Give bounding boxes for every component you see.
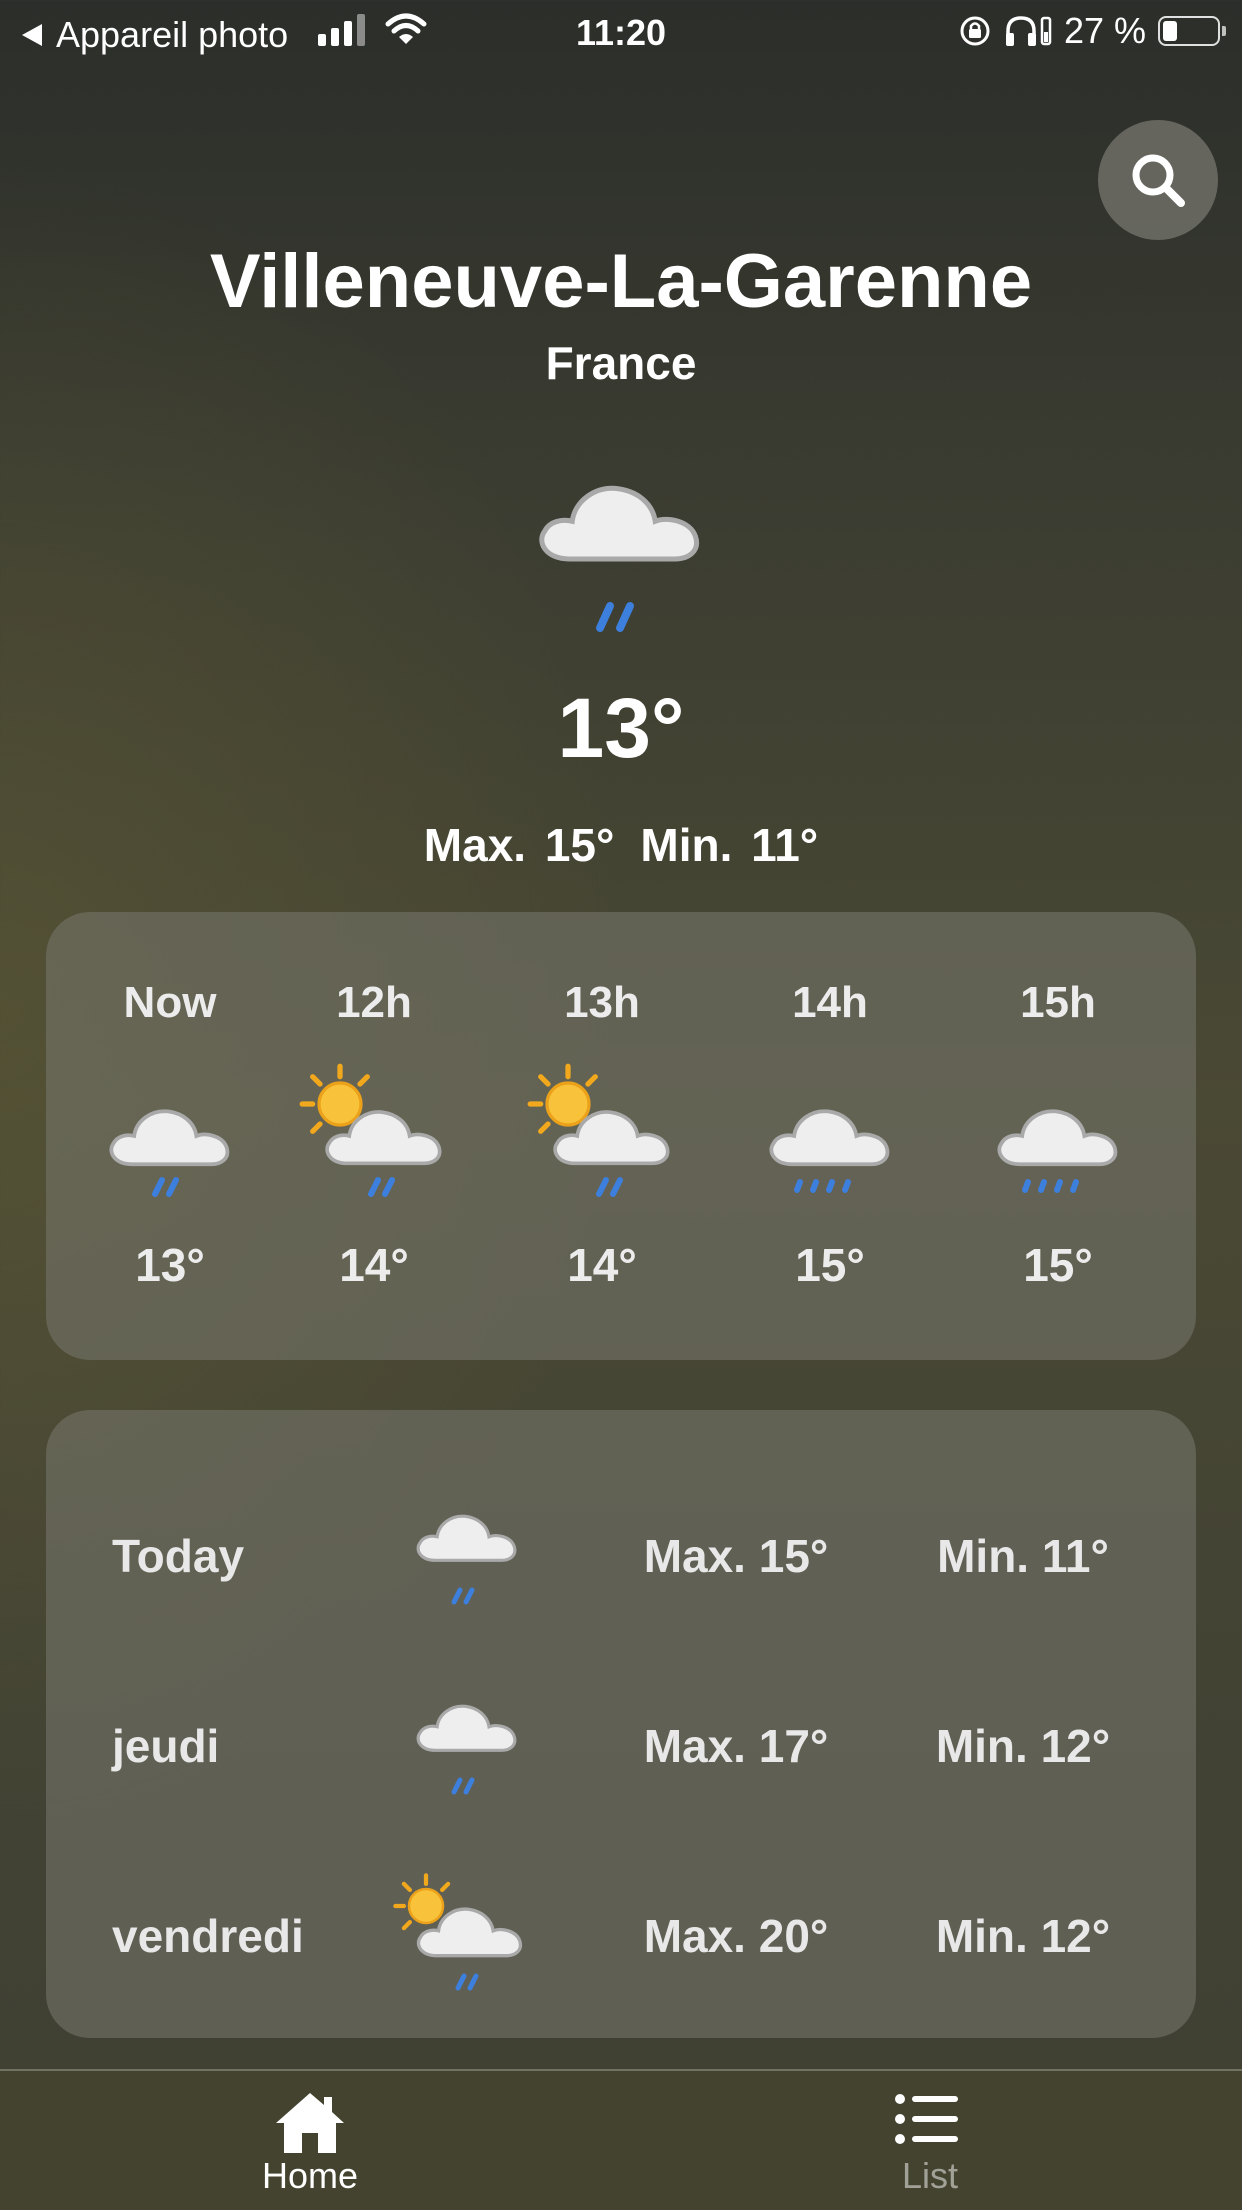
daily-forecast-card: Today Max. 15° Min. 11° jeudi Max. 17° M… [46,1410,1196,2038]
cloud-rain-icon [416,1514,517,1605]
day-min: Min. 12° [935,1910,1111,1962]
day-min: Min. 11° [937,1530,1109,1582]
hour-temperature: 15° [1023,1239,1093,1291]
hourly-item: 12h 14° [294,912,454,1360]
cloud-drizzle-icon [769,1109,890,1193]
day-max: Max. 17° [643,1720,829,1772]
day-max: Max. 20° [643,1910,829,1962]
sun-cloud-rain-icon [392,1872,523,1991]
day-min: Min. 12° [935,1720,1111,1772]
sun-cloud-rain-icon [298,1062,442,1197]
rotation-lock-icon [960,16,990,46]
tab-bar: Home List [0,2069,1242,2210]
day-max: Max. 15° [643,1530,829,1582]
daily-row[interactable]: jeudi Max. 17° Min. 12° [46,1654,1196,1844]
home-icon [276,2093,344,2153]
hourly-item: Now 13° [90,912,250,1360]
status-bar: Appareil photo 11:20 27 % [0,0,1242,64]
hourly-item: 13h 14° [522,912,682,1360]
tab-home[interactable]: Home [160,2071,460,2210]
hourly-item: 15h 15° [978,912,1138,1360]
headphones-icon [1005,16,1052,46]
current-max: Max. 15° [423,819,615,871]
hour-label: 12h [336,978,412,1027]
hour-label: Now [123,978,217,1027]
current-max-min: Max. 15° Min. 11° [0,818,1242,872]
day-name: Today [112,1530,245,1582]
cloud-rain-icon [526,470,716,632]
hour-temperature: 14° [567,1239,637,1291]
current-temperature: 13° [557,681,685,775]
cloud-rain-icon [416,1704,517,1795]
search-icon [1132,154,1185,207]
daily-row[interactable]: vendredi Max. 20° Min. 12° [46,1844,1196,2034]
daily-row[interactable]: Today Max. 15° Min. 11° [46,1464,1196,1654]
city-name: Villeneuve-La-Garenne [209,239,1033,324]
hour-temperature: 14° [339,1239,409,1291]
tab-list-label: List [901,2155,959,2196]
country-name: France [545,337,697,389]
battery-percent: 27 % [1063,10,1146,51]
list-icon [895,2094,958,2144]
hourly-forecast-card[interactable]: Now 13° 12h 14° 13h 14° 14h 15° 15h 15° [46,912,1196,1360]
cloud-rain-icon [109,1109,230,1197]
search-button[interactable] [1098,120,1218,240]
current-min: Min. 11° [640,819,819,871]
battery-icon [1158,16,1226,46]
day-name: vendredi [112,1910,304,1962]
sun-cloud-rain-icon [526,1062,670,1197]
hour-label: 15h [1020,978,1096,1027]
hour-label: 13h [564,978,640,1027]
tab-home-label: Home [261,2155,359,2196]
hour-temperature: 15° [795,1239,865,1291]
hourly-item: 14h 15° [750,912,910,1360]
hour-label: 14h [792,978,868,1027]
hour-temperature: 13° [135,1239,205,1291]
tab-list[interactable]: List [780,2071,1080,2210]
day-name: jeudi [112,1720,220,1772]
cloud-drizzle-icon [997,1109,1118,1193]
